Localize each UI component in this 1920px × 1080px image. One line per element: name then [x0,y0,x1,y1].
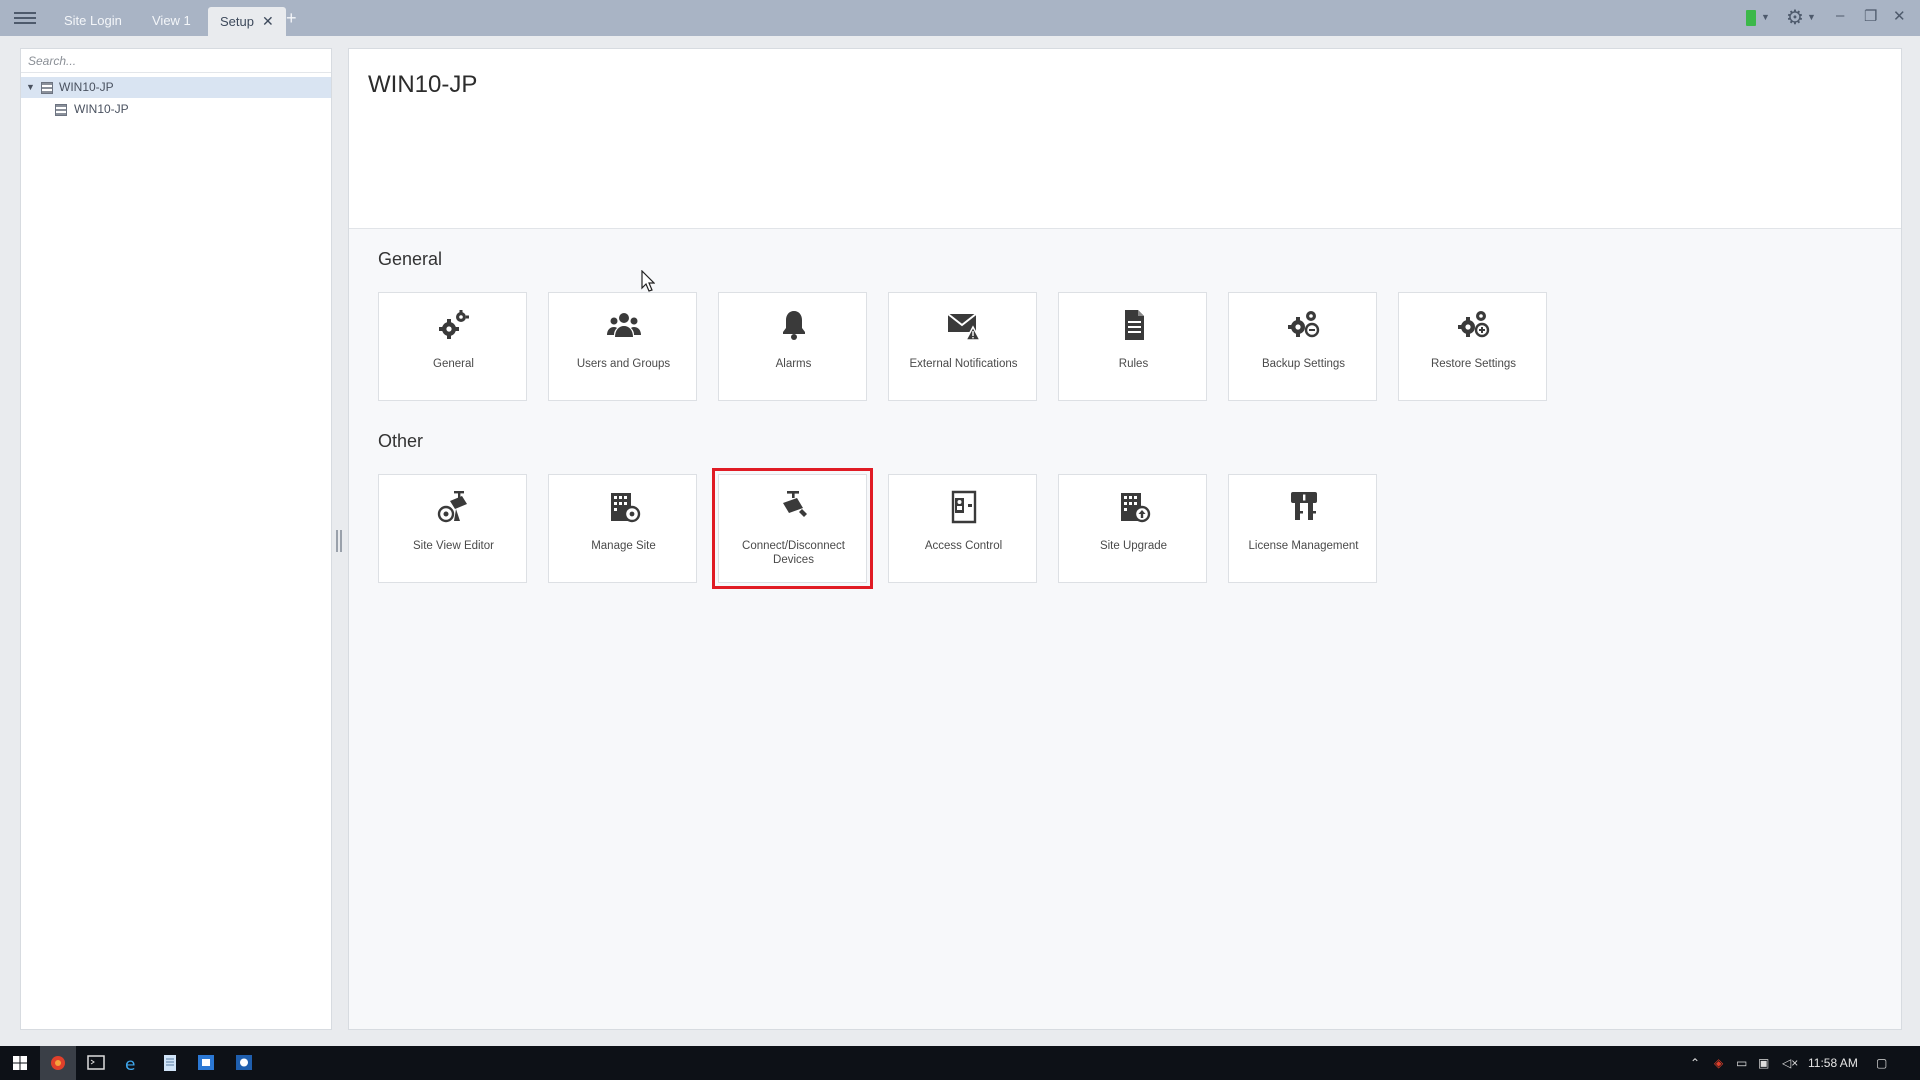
tile-label: Rules [1118,358,1149,370]
site-icon [41,82,53,94]
tab-label: Setup [220,14,254,29]
gear-restore-icon [1399,307,1548,347]
page-title: WIN10-JP [368,71,478,98]
expand-caret-icon[interactable]: ▼ [26,77,35,98]
bell-icon [719,307,868,347]
terminal-icon[interactable] [78,1046,114,1080]
taskbar-clock[interactable]: 11:58 AM [1808,1056,1858,1070]
chevron-down-icon[interactable]: ▼ [1761,12,1770,22]
building-upgrade-icon [1059,489,1208,529]
tile-label: Site View Editor [413,540,494,552]
gear-backup-icon [1229,307,1378,347]
tile-label: Restore Settings [1430,358,1516,370]
notifications-icon[interactable]: ▢ [1876,1056,1887,1070]
taskbar: e ⌃ ◈ ▭ ▣ ◁× 11:58 AM ▢ [0,1046,1920,1080]
security-shield-icon[interactable]: ◈ [1714,1056,1723,1070]
camera-map-icon [379,489,528,529]
tile-label: External Notifications [909,358,1018,370]
tab-label: Site Login [64,13,122,28]
gear-icon[interactable]: ⚙ [1786,5,1804,30]
server-icon [55,104,67,116]
mouse-cursor-icon [641,270,655,292]
connect-disconnect-devices-tile[interactable]: Connect/Disconnect Devices [712,468,873,589]
tile-label: Access Control [924,540,1003,552]
chevron-down-icon[interactable]: ▼ [1807,12,1816,22]
battery-icon[interactable]: ▭ [1736,1056,1747,1070]
access-control-tile[interactable]: Access Control [888,474,1037,583]
manage-site-tile[interactable]: Manage Site [548,474,697,583]
alarms-tile[interactable]: Alarms [718,292,867,401]
users-icon [549,307,698,347]
close-window-button[interactable]: ✕ [1893,7,1906,25]
tab-site-login[interactable]: Site Login [52,7,134,36]
site-upgrade-tile[interactable]: Site Upgrade [1058,474,1207,583]
general-tile[interactable]: General [378,292,527,401]
tree-item-site[interactable]: ▼ WIN10-JP [21,77,331,98]
network-icon[interactable]: ▣ [1758,1056,1769,1070]
backup-settings-tile[interactable]: Backup Settings [1228,292,1377,401]
tile-label: Site Upgrade [1099,540,1168,552]
tile-label: License Management [1248,540,1359,552]
notepad-icon[interactable] [152,1046,188,1080]
close-tab-icon[interactable]: ✕ [262,13,274,29]
search-input[interactable]: Search... [21,49,331,73]
tile-label: Backup Settings [1261,358,1346,370]
add-tab-button[interactable]: + [286,8,297,28]
gears-icon [379,307,528,347]
building-gear-icon [549,489,698,529]
section-title-general: General [378,249,443,269]
status-indicator-icon[interactable] [1746,10,1756,26]
key-license-icon [1229,489,1378,529]
rules-tile[interactable]: Rules [1058,292,1207,401]
windows-start-icon[interactable] [2,1046,38,1080]
section-title-other: Other [378,431,424,451]
tab-setup[interactable]: Setup ✕ [208,7,286,36]
door-badge-icon [889,489,1038,529]
camera-connect-icon [719,489,868,529]
license-management-tile[interactable]: License Management [1228,474,1377,583]
title-bar: Site Login View 1 Setup ✕ + ▼ ⚙ ▼ – ❐ ✕ [0,0,1920,36]
envelope-warning-icon [889,307,1038,347]
tile-label: Alarms [775,358,812,370]
remote-desktop-icon[interactable] [188,1046,224,1080]
restore-button[interactable]: ❐ [1864,7,1877,25]
svg-text:e: e [125,1055,135,1075]
users-and-groups-tile[interactable]: Users and Groups [548,292,697,401]
restore-settings-tile[interactable]: Restore Settings [1398,292,1547,401]
chevron-up-icon[interactable]: ⌃ [1690,1056,1700,1070]
tile-label: Users and Groups [576,358,671,370]
main-header: WIN10-JP [349,49,1901,229]
tree-item-label: WIN10-JP [59,80,114,94]
tile-label: Connect/Disconnect Devices [742,540,845,566]
external-notifications-tile[interactable]: External Notifications [888,292,1037,401]
app-viewer-icon[interactable] [226,1046,262,1080]
minimize-button[interactable]: – [1836,7,1844,24]
menu-icon[interactable] [14,9,36,27]
speaker-muted-icon[interactable]: ◁× [1782,1056,1798,1070]
tab-label: View 1 [152,13,191,28]
panel-splitter[interactable] [336,530,342,552]
document-icon [1059,307,1208,347]
tree-item-label: WIN10-JP [74,102,129,116]
site-view-editor-tile[interactable]: Site View Editor [378,474,527,583]
site-tree-panel: Search... ▼ WIN10-JP WIN10-JP [20,48,332,1030]
tree-item-server[interactable]: WIN10-JP [21,99,331,120]
tile-label: Manage Site [591,540,656,552]
setup-main-panel: WIN10-JP General General Users and Group… [348,48,1902,1030]
vms-app-icon[interactable] [40,1046,76,1080]
tile-label: General [433,358,474,370]
tab-view-1[interactable]: View 1 [140,7,203,36]
internet-explorer-icon[interactable]: e [114,1046,150,1080]
